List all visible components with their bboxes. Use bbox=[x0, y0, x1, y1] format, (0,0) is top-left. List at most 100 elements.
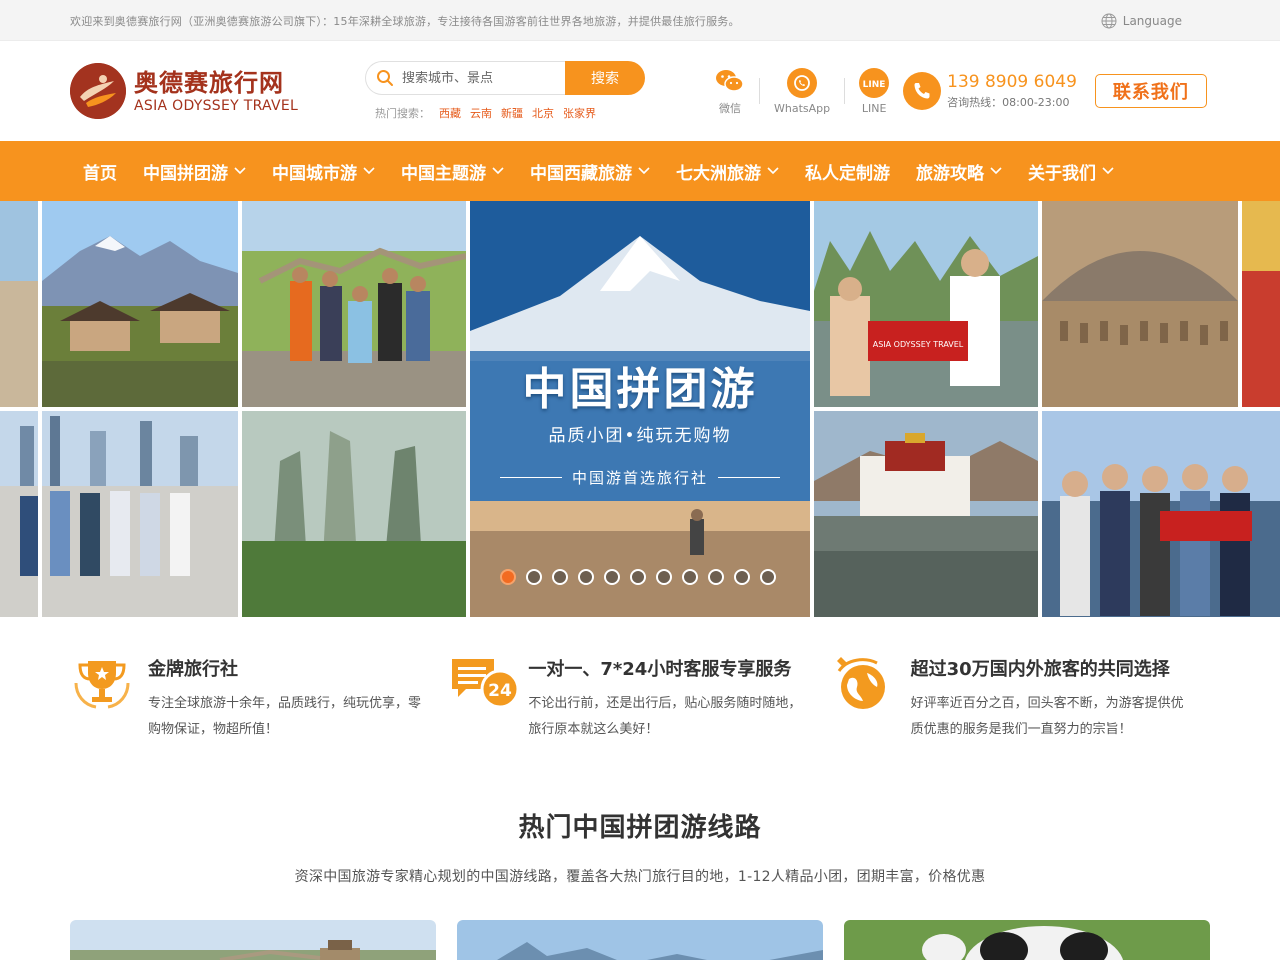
chevron-down-icon bbox=[1102, 167, 1114, 175]
banner-subtitle: 品质小团•纯玩无购物 bbox=[548, 426, 732, 446]
whatsapp-icon bbox=[787, 67, 818, 98]
section-title: 热门中国拼团游线路 bbox=[518, 813, 762, 843]
social-wechat[interactable]: 微信 bbox=[715, 66, 745, 116]
nav-item[interactable]: 首页 bbox=[70, 141, 130, 201]
logo-title-cn: 奥德赛旅行网 bbox=[134, 69, 284, 97]
tour-card[interactable] bbox=[844, 920, 1210, 960]
feature-title: 超过30万国内外旅客的共同选择 bbox=[910, 659, 1170, 680]
chevron-down-icon bbox=[363, 167, 375, 175]
carousel-dot[interactable] bbox=[656, 569, 672, 585]
hot-searches: 热门搜索： 西藏 云南 新疆 北京 张家界 bbox=[365, 105, 645, 121]
feature-text: 不论出行前，还是出行后，贴心服务随时随地，旅行原本就这么美好！ bbox=[528, 696, 802, 737]
feature-item: 24 一对一、7*24小时客服专享服务 不论出行前，还是出行后，贴心服务随时随地… bbox=[450, 655, 827, 743]
chat-24-icon: 24 bbox=[450, 655, 520, 715]
hotline-number: 139 8909 6049 bbox=[947, 72, 1077, 92]
carousel-dot[interactable] bbox=[604, 569, 620, 585]
hero-banner[interactable]: ASIA ODYSSEY TRAVEL 中国拼团游 品质小团•纯玩无购物 中国游… bbox=[0, 201, 1280, 617]
nav-item[interactable]: 中国拼团游 bbox=[130, 141, 259, 201]
nav-item-label: 中国主题游 bbox=[401, 163, 486, 184]
nav-item-label: 七大洲旅游 bbox=[676, 163, 761, 184]
chevron-down-icon bbox=[234, 167, 246, 175]
wechat-icon bbox=[715, 66, 745, 96]
carousel-dot[interactable] bbox=[682, 569, 698, 585]
nav-item-label: 中国拼团游 bbox=[143, 163, 228, 184]
hot-search-link[interactable]: 云南 bbox=[470, 107, 492, 120]
section-description: 资深中国旅游专家精心规划的中国游线路，覆盖各大热门旅行目的地，1-12人精品小团… bbox=[294, 869, 986, 885]
social-line[interactable]: LINE LINE bbox=[859, 67, 890, 115]
feature-title: 一对一、7*24小时客服专享服务 bbox=[528, 659, 792, 680]
hotline[interactable]: 139 8909 6049 咨询热线：08:00-23:00 bbox=[903, 72, 1077, 110]
carousel-dot[interactable] bbox=[552, 569, 568, 585]
nav-item[interactable]: 中国城市游 bbox=[259, 141, 388, 201]
language-label: Language bbox=[1122, 13, 1182, 28]
phone-icon bbox=[903, 72, 942, 110]
nav-item-label: 首页 bbox=[83, 163, 117, 184]
social-label: WhatsApp bbox=[774, 101, 831, 115]
globe-icon bbox=[1101, 13, 1117, 28]
chevron-down-icon bbox=[767, 167, 779, 175]
hot-tours-section: 热门中国拼团游线路 资深中国旅游专家精心规划的中国游线路，覆盖各大热门旅行目的地… bbox=[0, 763, 1280, 960]
hot-search-link[interactable]: 北京 bbox=[532, 107, 554, 120]
social-label: 微信 bbox=[719, 102, 741, 115]
site-header: 奥德赛旅行网 ASIA ODYSSEY TRAVEL 搜索 热门搜索： 西藏云南新… bbox=[0, 41, 1280, 141]
main-nav: 首页 中国拼团游 中国城市游 中国主题游 中国西藏旅游 七大洲旅游 私人定制游 旅游攻略 关于我… bbox=[0, 141, 1280, 201]
carousel-dot[interactable] bbox=[734, 569, 750, 585]
hot-search-link[interactable]: 新疆 bbox=[501, 107, 523, 120]
divider bbox=[844, 78, 846, 104]
feature-text: 好评率近百分之百，回头客不断，为游客提供优质优惠的服务是我们一直努力的宗旨！ bbox=[910, 696, 1184, 737]
hot-search-link[interactable]: 张家界 bbox=[563, 107, 596, 120]
top-bar: 欢迎来到奥德赛旅行网（亚洲奥德赛旅游公司旗下）：15年深耕全球旅游，专注接待各国… bbox=[0, 0, 1280, 41]
tour-cards bbox=[70, 920, 1210, 960]
divider bbox=[759, 78, 760, 104]
carousel-dot[interactable] bbox=[578, 569, 594, 585]
nav-item[interactable]: 私人定制游 bbox=[792, 141, 903, 201]
nav-item-label: 私人定制游 bbox=[805, 163, 890, 184]
banner-tagline: 中国游首选旅行社 bbox=[470, 467, 810, 488]
hotline-hours: 咨询热线：08:00-23:00 bbox=[947, 96, 1070, 109]
nav-item[interactable]: 旅游攻略 bbox=[903, 141, 1015, 201]
feature-text: 专注全球旅游十余年，品质践行，纯玩优享，零购物保证，物超所值！ bbox=[148, 696, 422, 737]
nav-item-label: 中国城市游 bbox=[272, 163, 357, 184]
social-whatsapp[interactable]: WhatsApp bbox=[774, 67, 831, 115]
welcome-text: 欢迎来到奥德赛旅行网（亚洲奥德赛旅游公司旗下）：15年深耕全球旅游，专注接待各国… bbox=[70, 14, 740, 28]
carousel-dot[interactable] bbox=[630, 569, 646, 585]
social-label: LINE bbox=[861, 101, 887, 115]
tour-card-image bbox=[457, 920, 823, 960]
hot-search-link[interactable]: 西藏 bbox=[439, 107, 461, 120]
search-icon bbox=[377, 70, 393, 86]
feature-item: 超过30万国内外旅客的共同选择 好评率近百分之百，回头客不断，为游客提供优质优惠… bbox=[833, 655, 1210, 743]
nav-item[interactable]: 关于我们 bbox=[1015, 141, 1127, 201]
feature-item: 金牌旅行社 专注全球旅游十余年，品质践行，纯玩优享，零购物保证，物超所值！ bbox=[70, 655, 447, 743]
tagline-rule bbox=[718, 477, 780, 478]
chevron-down-icon bbox=[492, 167, 504, 175]
nav-item[interactable]: 中国西藏旅游 bbox=[517, 141, 663, 201]
tour-card[interactable] bbox=[457, 920, 823, 960]
nav-item-label: 关于我们 bbox=[1028, 163, 1096, 184]
trophy-icon bbox=[70, 655, 134, 715]
svg-text:24: 24 bbox=[488, 681, 512, 701]
chevron-down-icon bbox=[638, 167, 650, 175]
carousel-dot[interactable] bbox=[526, 569, 542, 585]
banner-title: 中国拼团游 bbox=[522, 364, 758, 415]
site-logo[interactable]: 奥德赛旅行网 ASIA ODYSSEY TRAVEL bbox=[70, 63, 365, 119]
banner-flag-text: ASIA ODYSSEY TRAVEL bbox=[873, 340, 964, 349]
tour-card[interactable] bbox=[70, 920, 436, 960]
carousel-dot[interactable] bbox=[708, 569, 724, 585]
tagline-rule bbox=[499, 477, 562, 478]
svg-text:LINE: LINE bbox=[863, 80, 885, 90]
nav-item[interactable]: 中国主题游 bbox=[388, 141, 517, 201]
logo-title-en: ASIA ODYSSEY TRAVEL bbox=[134, 98, 299, 114]
contact-us-button[interactable]: 联系我们 bbox=[1094, 74, 1207, 108]
globe-plane-icon bbox=[833, 655, 897, 715]
banner-tagline-text: 中国游首选旅行社 bbox=[571, 469, 708, 487]
carousel-dot[interactable] bbox=[760, 569, 776, 585]
search-input[interactable] bbox=[402, 70, 552, 86]
carousel-dots bbox=[500, 569, 776, 585]
social-links: 微信 WhatsApp LINE LINE bbox=[715, 66, 890, 116]
nav-item-label: 旅游攻略 bbox=[916, 163, 984, 184]
nav-item[interactable]: 七大洲旅游 bbox=[663, 141, 792, 201]
chevron-down-icon bbox=[990, 167, 1002, 175]
search-button[interactable]: 搜索 bbox=[565, 61, 645, 95]
carousel-dot[interactable] bbox=[500, 569, 516, 585]
language-selector[interactable]: Language bbox=[1101, 13, 1182, 29]
